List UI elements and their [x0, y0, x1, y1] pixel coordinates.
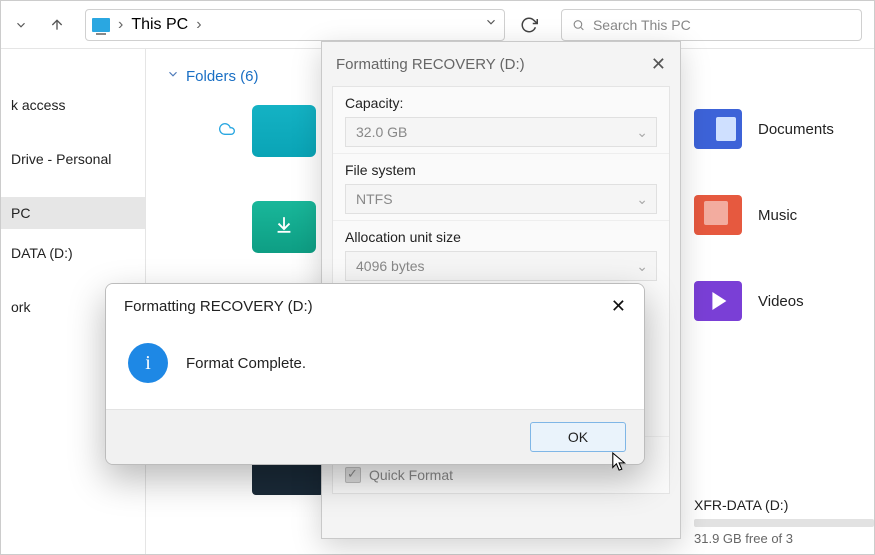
chevron-down-icon: ⌄ — [636, 258, 648, 275]
message-box-title: Formatting RECOVERY (D:) — [124, 298, 313, 315]
library-column: Documents Music Videos — [694, 49, 874, 321]
downloads-folder-icon — [252, 201, 316, 253]
close-button[interactable]: ✕ — [611, 296, 626, 317]
drive-usage-bar — [694, 519, 874, 527]
nav-up-button[interactable] — [43, 11, 71, 39]
chevron-down-icon: ⌄ — [636, 191, 648, 208]
sidebar-item[interactable]: k access — [1, 89, 145, 121]
drive-card[interactable]: XFR-DATA (D:) 31.9 GB free of 3 — [694, 497, 874, 546]
cloud-icon — [216, 121, 238, 142]
format-dialog-titlebar[interactable]: Formatting RECOVERY (D:) ✕ — [322, 42, 680, 86]
capacity-label: Capacity: — [345, 95, 657, 111]
search-icon — [572, 18, 585, 32]
message-box: Formatting RECOVERY (D:) ✕ i Format Comp… — [105, 283, 645, 465]
allocation-label: Allocation unit size — [345, 229, 657, 245]
info-icon: i — [128, 343, 168, 383]
filesystem-label: File system — [345, 162, 657, 178]
message-box-titlebar[interactable]: Formatting RECOVERY (D:) ✕ — [106, 284, 644, 329]
address-location: This PC — [131, 16, 188, 34]
folder-icon — [252, 105, 316, 157]
library-label: Documents — [758, 121, 834, 138]
pc-icon — [92, 18, 110, 32]
close-button[interactable]: ✕ — [651, 54, 666, 75]
address-bar[interactable]: › This PC › — [85, 9, 505, 41]
search-input[interactable] — [593, 17, 851, 33]
filesystem-select[interactable]: NTFS ⌄ — [345, 184, 657, 214]
allocation-value: 4096 bytes — [356, 258, 425, 274]
chevron-down-icon: ⌄ — [636, 124, 648, 141]
sidebar-item[interactable]: Drive - Personal — [1, 143, 145, 175]
folders-header-label: Folders (6) — [186, 68, 259, 85]
library-item-documents[interactable]: Documents — [694, 109, 874, 149]
checkbox-icon — [345, 467, 361, 483]
chevron-right-icon: › — [118, 16, 123, 34]
library-item-videos[interactable]: Videos — [694, 281, 874, 321]
documents-icon — [694, 109, 742, 149]
ok-button[interactable]: OK — [530, 422, 626, 452]
library-label: Videos — [758, 293, 804, 310]
chevron-right-icon: › — [196, 16, 201, 34]
refresh-button[interactable] — [513, 9, 545, 41]
capacity-select[interactable]: 32.0 GB ⌄ — [345, 117, 657, 147]
capacity-value: 32.0 GB — [356, 124, 407, 140]
videos-icon — [694, 281, 742, 321]
address-dropdown-icon[interactable] — [484, 15, 498, 34]
sidebar-item[interactable]: DATA (D:) — [1, 237, 145, 269]
library-label: Music — [758, 207, 797, 224]
search-box[interactable] — [561, 9, 862, 41]
filesystem-value: NTFS — [356, 191, 393, 207]
format-dialog-title: Formatting RECOVERY (D:) — [336, 56, 525, 73]
drive-free-text: 31.9 GB free of 3 — [694, 531, 874, 546]
music-icon — [694, 195, 742, 235]
quick-format-label: Quick Format — [369, 467, 453, 483]
allocation-select[interactable]: 4096 bytes ⌄ — [345, 251, 657, 281]
mouse-cursor-icon — [611, 451, 629, 473]
nav-back-dropdown-icon[interactable] — [7, 11, 35, 39]
sidebar-item[interactable]: PC — [1, 197, 145, 229]
message-text: Format Complete. — [186, 355, 306, 372]
chevron-down-icon — [166, 67, 180, 85]
library-item-music[interactable]: Music — [694, 195, 874, 235]
drive-name: XFR-DATA (D:) — [694, 497, 874, 513]
